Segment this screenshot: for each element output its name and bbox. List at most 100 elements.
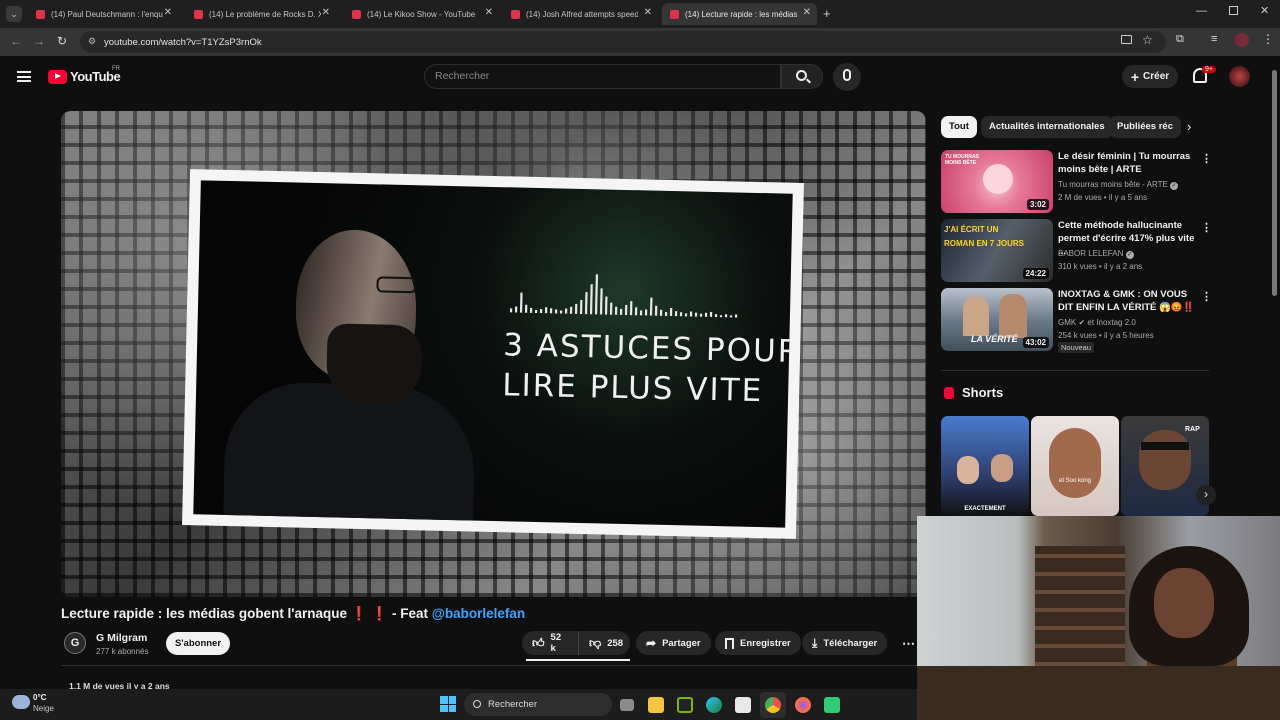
app-icon[interactable] (824, 697, 840, 713)
channel-name[interactable]: Tu mourras moins bête - ARTE ✓ (1058, 180, 1179, 190)
close-tab-icon[interactable]: ✕ (485, 7, 493, 18)
new-tab-icon[interactable]: + (823, 6, 831, 21)
waveform-bar (719, 315, 723, 318)
page-scrollbar[interactable] (1272, 70, 1277, 296)
firefox-icon[interactable] (795, 697, 811, 713)
voice-search-button[interactable] (833, 63, 861, 91)
list-item[interactable]: TU MOURRAS MOINS BÊTE 3:02 Le désir fémi… (941, 150, 1212, 214)
browser-tab[interactable]: (14) Paul Deutschmann : l'enquête ✕ (28, 3, 178, 25)
webcam-overlay (917, 516, 1280, 720)
browser-tab[interactable]: (14) Josh Alfred attempts speed ✕ (503, 3, 658, 25)
divider (61, 665, 917, 666)
chevron-right-icon[interactable]: › (1187, 119, 1191, 134)
browser-tab-active[interactable]: (14) Lecture rapide : les médias ✕ (662, 3, 817, 25)
chip-all[interactable]: Tout (941, 116, 977, 138)
save-button[interactable]: Enregistrer (715, 631, 801, 655)
browser-tab[interactable]: (14) Le Kikoo Show - YouTube ✕ (344, 3, 499, 25)
chip-international-news[interactable]: Actualités internationales (981, 116, 1113, 138)
browser-tab[interactable]: (14) Le problème de Rocks D. Xebec✕ (186, 3, 336, 25)
file-explorer-icon[interactable] (648, 697, 664, 713)
subscribe-button[interactable]: S'abonner (166, 632, 230, 655)
dislike-button[interactable]: 👎︎ 258 (578, 631, 630, 655)
waveform-bar (619, 308, 623, 315)
more-options-icon[interactable]: ⋮ (1201, 221, 1212, 234)
store-icon[interactable] (735, 697, 751, 713)
mention-link[interactable]: @baborlelefan (432, 606, 525, 621)
waveform-bar (539, 309, 543, 314)
waveform-bar (684, 313, 688, 317)
hamburger-menu-icon[interactable] (17, 71, 31, 82)
short-thumbnail[interactable]: RAP (1121, 416, 1209, 516)
like-bar (526, 659, 630, 661)
weather-desc: Neige (33, 704, 54, 713)
download-button[interactable]: ⤓ Télécharger (802, 631, 888, 655)
bookmark-star-icon[interactable]: ☆ (1142, 33, 1153, 47)
video-duration: 3:02 (1026, 199, 1049, 210)
share-icon: ➦ (646, 636, 657, 650)
extensions-icon[interactable]: ⧉ (1176, 33, 1184, 46)
profile-icon[interactable] (1235, 33, 1249, 47)
channel-name[interactable]: G Milgram (96, 632, 147, 644)
list-item[interactable]: LA VÉRITÉ 43:02 INOXTAG & GMK : ON VOUS … (941, 288, 1212, 353)
site-info-icon[interactable]: ⚙ (88, 36, 96, 47)
waveform-bar (689, 311, 693, 317)
task-view-icon[interactable] (620, 699, 634, 711)
video-thumbnail[interactable]: LA VÉRITÉ 43:02 (941, 288, 1053, 351)
back-icon[interactable]: ← (10, 34, 22, 48)
video-overlay-text: LIRE PLUS VITE (501, 367, 764, 410)
channel-name[interactable]: BABOR LELEFAN ✓ (1058, 249, 1134, 259)
short-thumbnail[interactable]: EXACTEMENT (941, 416, 1029, 516)
reload-icon[interactable]: ↻ (57, 34, 67, 48)
waveform-bar (559, 310, 563, 314)
waveform-bar (714, 314, 718, 318)
weather-icon[interactable] (12, 695, 30, 709)
shorts-next-button[interactable]: › (1196, 485, 1216, 505)
list-item[interactable]: J'AI ÉCRIT UN ROMAN EN 7 JOURS 24:22 Cet… (941, 219, 1212, 283)
tab-list-icon[interactable]: ⌄ (6, 6, 22, 22)
video-title[interactable]: Le désir féminin | Tu mourras moins bête… (1058, 150, 1198, 176)
close-tab-icon[interactable]: ✕ (164, 7, 172, 18)
video-title[interactable]: INOXTAG & GMK : ON VOUS DIT ENFIN LA VÉR… (1058, 288, 1198, 314)
share-button[interactable]: ➦ Partager (636, 631, 711, 655)
waveform-bar (579, 299, 583, 315)
browser-menu-icon[interactable]: ⋮ (1262, 32, 1274, 46)
waveform-bar (704, 312, 708, 317)
youtube-play-icon (48, 69, 67, 84)
chip-recently-published[interactable]: Publiées réc (1109, 116, 1181, 138)
avatar[interactable] (1229, 66, 1250, 87)
start-button[interactable] (440, 696, 456, 712)
youtube-logo[interactable]: YouTube (48, 69, 121, 84)
divider (941, 370, 1209, 371)
audio-waveform (509, 274, 738, 318)
more-options-icon[interactable]: ⋮ (1201, 290, 1212, 303)
search-input[interactable]: Rechercher (424, 64, 781, 89)
media-control-icon[interactable]: ≡ (1211, 33, 1217, 45)
browser-toolbar: ← → ↻ ⚙ youtube.com/watch?v=T1YZsP3rnOk … (0, 28, 1280, 56)
search-button[interactable] (781, 64, 823, 89)
channel-name[interactable]: GMK ✔ et Inoxtag 2.0 (1058, 318, 1136, 327)
video-thumbnail[interactable]: TU MOURRAS MOINS BÊTE 3:02 (941, 150, 1053, 213)
short-thumbnail[interactable]: et Soo kong (1031, 416, 1119, 516)
forward-icon[interactable]: → (33, 34, 45, 48)
like-button[interactable]: 👍︎ 52 k (522, 631, 578, 655)
more-actions-icon[interactable]: ⋯ (902, 636, 915, 652)
close-tab-icon[interactable]: ✕ (644, 7, 652, 18)
minimize-icon[interactable]: — (1196, 5, 1207, 17)
close-window-icon[interactable]: ✕ (1260, 4, 1269, 17)
more-options-icon[interactable]: ⋮ (1201, 152, 1212, 165)
edge-icon[interactable] (706, 697, 722, 713)
close-tab-icon[interactable]: ✕ (803, 7, 811, 18)
maximize-icon[interactable] (1229, 6, 1238, 15)
video-overlay-text: 3 ASTUCES POUR (502, 327, 793, 370)
close-tab-icon[interactable]: ✕ (322, 7, 330, 18)
channel-avatar[interactable]: G (64, 632, 86, 654)
nvidia-icon[interactable] (677, 697, 693, 713)
cast-icon[interactable] (1121, 35, 1132, 44)
waveform-bar (529, 307, 533, 313)
notification-count-badge: 9+ (1202, 66, 1216, 73)
create-button[interactable]: + Créer (1122, 65, 1178, 88)
video-thumbnail[interactable]: J'AI ÉCRIT UN ROMAN EN 7 JOURS 24:22 (941, 219, 1053, 282)
taskbar-search[interactable]: Rechercher (464, 693, 612, 716)
waveform-bar (549, 308, 553, 314)
address-bar[interactable]: ⚙ youtube.com/watch?v=T1YZsP3rnOk (80, 31, 1166, 53)
